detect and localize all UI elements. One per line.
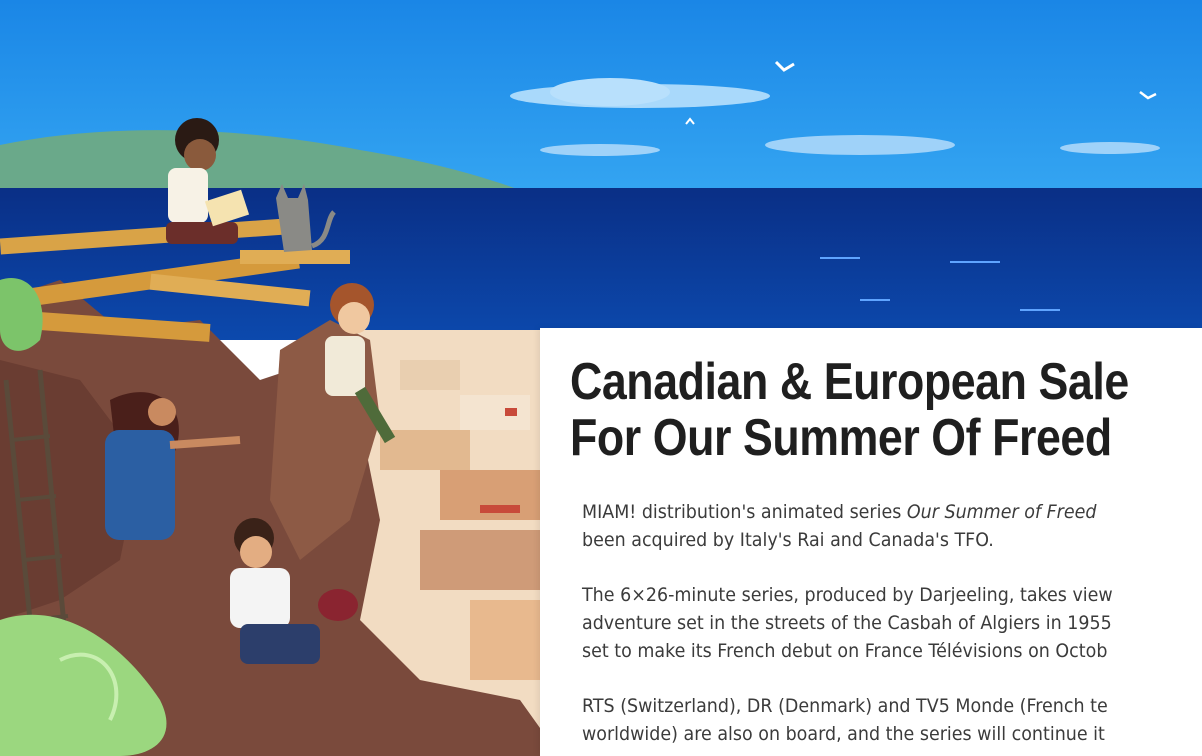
girl-face [148,398,176,426]
building [400,360,460,390]
paragraph-line: been acquired by Italy's Rai and Canada'… [582,529,994,551]
bag [318,589,358,621]
paragraph-line: The 6×26-minute series, produced by Darj… [582,584,1113,606]
cloud [540,144,660,156]
child-face [184,139,216,171]
article-headline: Canadian & European Sale For Our Summer … [570,354,1202,466]
series-title: Our Summer of Freed [906,501,1097,523]
paragraph-1: MIAM! distribution's animated series Our… [582,498,1202,554]
paragraph-line: worldwide) are also on board, and the se… [582,723,1105,745]
building [420,530,540,590]
child-shorts [166,222,238,244]
window [505,408,517,416]
child-shirt [168,168,208,223]
girl-arm [169,436,241,449]
plank [240,250,350,264]
boy-shirt [230,568,290,628]
boy-face [240,536,272,568]
child-face [338,302,370,334]
child-shirt [325,336,365,396]
paragraph-3: RTS (Switzerland), DR (Denmark) and TV5 … [582,692,1202,748]
headline-line-1: Canadian & European Sale [570,353,1129,411]
text-run: MIAM! distribution's animated series [582,501,907,523]
paragraph-line: set to make its French debut on France T… [582,640,1108,662]
building [470,600,540,680]
paragraph-line: MIAM! distribution's animated series Our… [582,498,1202,526]
paragraph-line: RTS (Switzerland), DR (Denmark) and TV5 … [582,695,1108,717]
paragraph-line: adventure set in the streets of the Casb… [582,612,1112,634]
girl-dress [105,430,175,540]
headline-line-2: For Our Summer Of Freed [570,409,1112,467]
boy-shorts [240,624,320,664]
cloud [550,78,670,106]
page: Canadian & European Sale For Our Summer … [0,0,1202,756]
window [480,505,520,513]
article-card: Canadian & European Sale For Our Summer … [540,328,1202,756]
cloud [765,135,955,155]
paragraph-2: The 6×26-minute series, produced by Darj… [582,581,1202,665]
building [460,395,530,430]
article-body: MIAM! distribution's animated series Our… [582,498,1202,756]
cloud [1060,142,1160,154]
